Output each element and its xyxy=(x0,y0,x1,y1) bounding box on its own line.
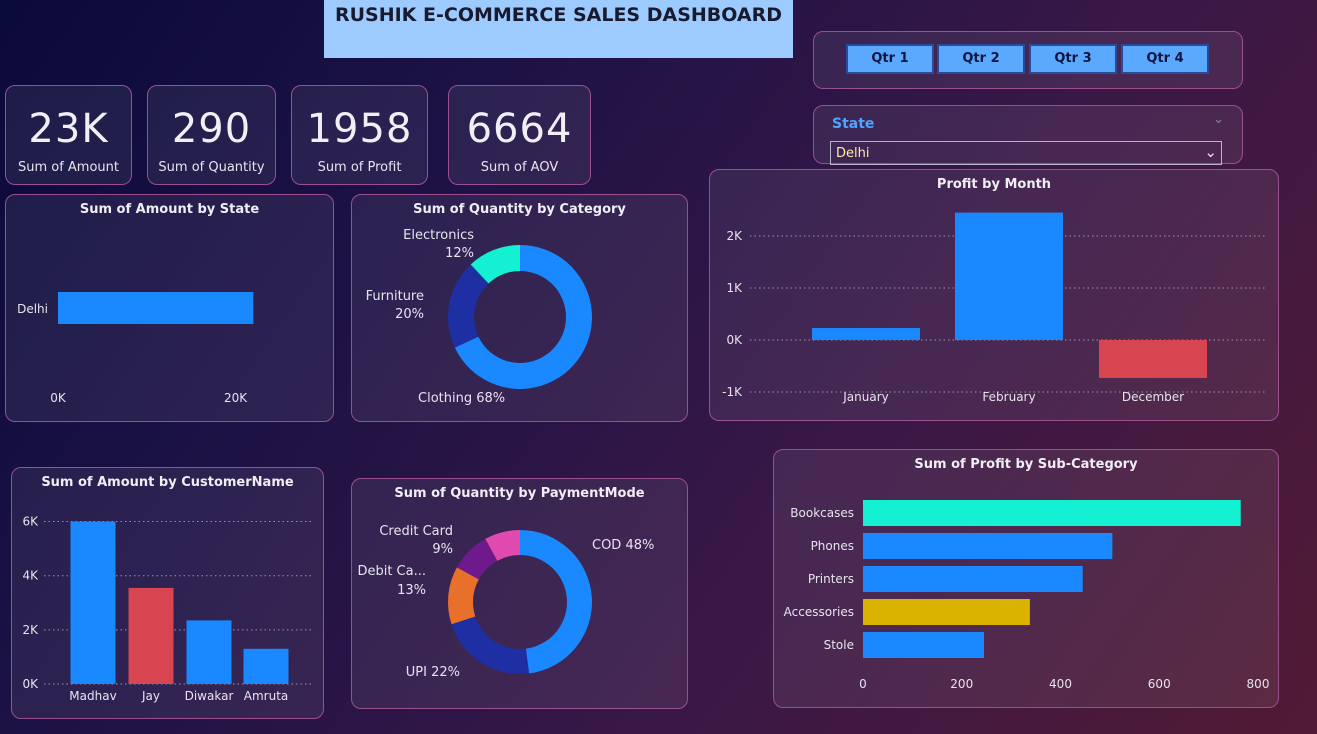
kpi-value: 23K xyxy=(28,106,109,152)
kpi-card-profit: 1958 Sum of Profit xyxy=(291,85,428,185)
x-tick-label: Diwakar xyxy=(185,689,234,703)
x-tick-label: February xyxy=(982,390,1035,404)
state-slicer-label: State xyxy=(832,116,875,132)
amount-by-state-chart: Delhi 0K 20K xyxy=(17,292,254,405)
data-label: 13% xyxy=(397,583,426,598)
amount-by-state-panel: Sum of Amount by State Delhi 0K 20K xyxy=(5,194,334,422)
y-tick-label: 1K xyxy=(726,281,743,295)
profit-by-subcategory-panel: Sum of Profit by Sub-Category Bookcases P… xyxy=(773,449,1279,708)
category-label: Printers xyxy=(808,572,854,586)
kpi-label: Sum of Profit xyxy=(317,160,402,175)
qtr-1-button[interactable]: Qtr 1 xyxy=(846,44,934,74)
bar xyxy=(863,500,1241,526)
x-tick-label: January xyxy=(842,390,889,404)
x-tick-label: 20K xyxy=(224,391,248,405)
y-tick-label: -1K xyxy=(722,385,743,399)
data-label: Credit Card xyxy=(379,524,453,539)
x-tick-label: Madhav xyxy=(69,689,116,703)
qty-by-payment-chart: COD 48% UPI 22% Debit Ca... 13% Credit Card 9… xyxy=(357,524,654,680)
amount-by-customer-panel: Sum of Amount by CustomerName 6K 4K 2K 0K Ma… xyxy=(11,467,324,719)
qty-by-category-panel: Sum of Quantity by Category Clothing 68%… xyxy=(351,194,688,422)
x-tick-label: 200 xyxy=(950,677,973,691)
bar xyxy=(186,620,232,684)
x-tick-label: Amruta xyxy=(244,689,289,703)
kpi-value: 290 xyxy=(171,106,252,152)
donut-slice xyxy=(520,530,593,674)
y-tick-label: 0K xyxy=(22,677,39,691)
profit-by-month-panel: Profit by Month 2K 1K 0K -1K January February… xyxy=(709,169,1279,421)
bar xyxy=(58,292,254,324)
qtr-4-button[interactable]: Qtr 4 xyxy=(1121,44,1209,74)
y-tick-label: 2K xyxy=(22,623,39,637)
x-tick-label: 0K xyxy=(50,391,67,405)
qtr-2-button[interactable]: Qtr 2 xyxy=(937,44,1025,74)
data-label: 20% xyxy=(395,307,424,322)
chevron-down-icon[interactable]: ⌄ xyxy=(1204,143,1217,161)
amount-by-customer-chart: 6K 4K 2K 0K Madhav Jay Diwakar Amruta xyxy=(22,515,314,703)
category-label: Phones xyxy=(811,539,854,553)
bar xyxy=(812,328,920,340)
data-label: UPI 22% xyxy=(406,665,460,680)
qty-by-category-chart: Clothing 68% Furniture 20% Electronics 12% xyxy=(366,228,592,406)
x-tick-label: 600 xyxy=(1148,677,1171,691)
x-tick-label: 800 xyxy=(1247,677,1270,691)
bar xyxy=(863,566,1083,592)
x-tick-label: 400 xyxy=(1049,677,1072,691)
profit-by-month-chart: 2K 1K 0K -1K January February December xyxy=(722,212,1266,404)
data-label: COD 48% xyxy=(592,538,654,553)
kpi-card-aov: 6664 Sum of AOV xyxy=(448,85,591,185)
y-tick-label: 4K xyxy=(22,569,39,583)
y-tick-label: 6K xyxy=(22,515,39,529)
category-label: Delhi xyxy=(17,302,48,316)
bar xyxy=(1099,340,1207,378)
dashboard-title: RUSHIK E-COMMERCE SALES DASHBOARD xyxy=(324,0,793,58)
data-label: Furniture xyxy=(366,289,424,304)
state-dropdown[interactable]: Delhi ⌄ xyxy=(830,141,1222,165)
kpi-label: Sum of Quantity xyxy=(158,160,265,175)
bar xyxy=(863,632,984,658)
kpi-value: 6664 xyxy=(466,106,573,152)
bar xyxy=(70,521,116,684)
kpi-card-amount: 23K Sum of Amount xyxy=(5,85,132,185)
bar xyxy=(128,587,174,684)
category-label: Stole xyxy=(824,638,854,652)
category-label: Accessories xyxy=(784,605,854,619)
profit-by-subcategory-chart: Bookcases Phones Printers Accessories Stole 0… xyxy=(784,500,1270,691)
data-label: Debit Ca... xyxy=(357,564,426,579)
collapse-chevron-icon[interactable]: ⌄ xyxy=(1213,112,1224,127)
kpi-value: 1958 xyxy=(306,106,413,152)
qty-by-payment-panel: Sum of Quantity by PaymentMode COD 48% UP… xyxy=(351,478,688,709)
kpi-label: Sum of AOV xyxy=(480,160,559,175)
x-tick-label: 0 xyxy=(859,677,867,691)
y-tick-label: 0K xyxy=(726,333,743,347)
data-label: 9% xyxy=(432,542,453,557)
bar xyxy=(863,533,1113,559)
data-label: Clothing 68% xyxy=(418,391,505,406)
data-label: Electronics xyxy=(403,228,474,243)
state-dropdown-value: Delhi xyxy=(836,146,870,161)
kpi-label: Sum of Amount xyxy=(17,160,120,175)
category-label: Bookcases xyxy=(790,506,854,520)
bar xyxy=(243,648,289,684)
x-tick-label: December xyxy=(1122,390,1184,404)
quarter-slicer: Qtr 1 Qtr 2 Qtr 3 Qtr 4 xyxy=(813,31,1243,89)
donut-slice xyxy=(451,616,530,674)
kpi-card-quantity: 290 Sum of Quantity xyxy=(147,85,276,185)
state-slicer: State ⌄ Delhi ⌄ xyxy=(813,105,1243,165)
qtr-3-button[interactable]: Qtr 3 xyxy=(1029,44,1117,74)
y-tick-label: 2K xyxy=(726,229,743,243)
data-label: 12% xyxy=(445,246,474,261)
bar xyxy=(863,599,1030,625)
x-tick-label: Jay xyxy=(141,689,160,703)
bar xyxy=(955,212,1063,340)
